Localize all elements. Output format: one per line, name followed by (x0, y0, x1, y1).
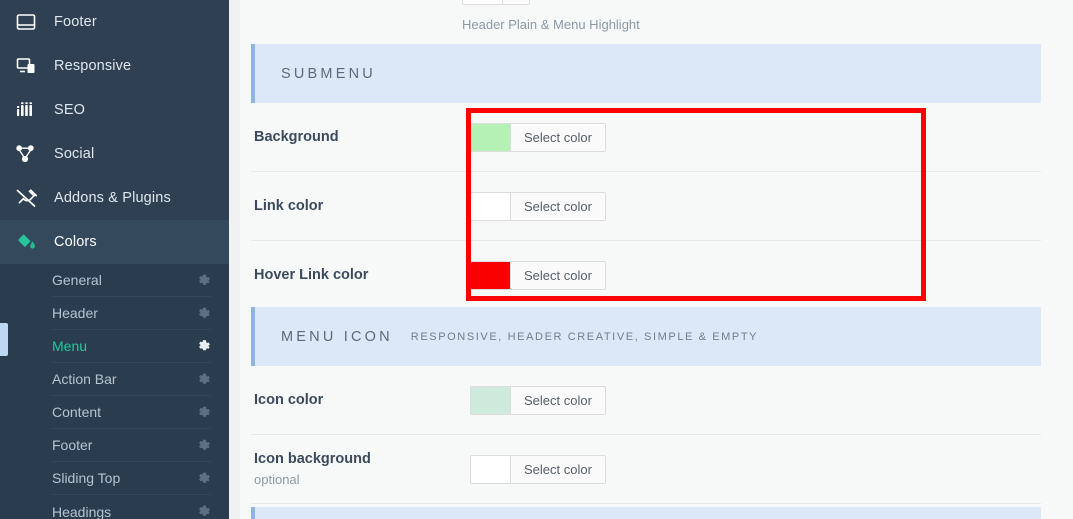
top-partial-caption: Header Plain & Menu Highlight (462, 17, 640, 32)
gear-icon[interactable] (198, 406, 211, 419)
gear-icon[interactable] (198, 472, 211, 485)
main-content: Header Plain & Menu Highlight SUBMENU Ba… (229, 0, 1073, 519)
field-row-background: Background Select color (251, 103, 1041, 172)
field-label: Background (254, 129, 339, 145)
section-subtitle: RESPONSIVE, HEADER CREATIVE, SIMPLE & EM… (410, 330, 759, 343)
footer-icon (16, 11, 46, 33)
sidebar-subitem-content[interactable]: Content (52, 396, 211, 429)
sidebar-item-label: SEO (54, 102, 86, 118)
color-picker-hover-link-color[interactable]: Select color (470, 260, 606, 290)
color-picker-background[interactable]: Select color (470, 122, 606, 152)
sidebar-item-addons-plugins[interactable]: Addons & Plugins (0, 176, 229, 220)
social-icon (16, 143, 46, 165)
field-label: Icon color (254, 392, 324, 408)
sidebar-item-label: Colors (54, 234, 97, 250)
section-header (251, 507, 1041, 519)
field-label-wrap: Icon background optional (251, 451, 470, 487)
plugin-icon (16, 187, 46, 209)
sidebar-subitem-label: Sliding Top (52, 470, 121, 486)
color-swatch[interactable] (471, 192, 511, 220)
responsive-icon (16, 55, 46, 77)
sidebar: Footer Responsive SEO Social Addons & Pl… (0, 0, 229, 519)
section-submenu: SUBMENU Background Select color Link col… (240, 44, 1073, 310)
sidebar-item-colors[interactable]: Colors (0, 220, 229, 264)
field-label-wrap: Icon color (251, 392, 470, 408)
sidebar-item-label: Addons & Plugins (54, 190, 171, 206)
gear-icon[interactable] (198, 373, 211, 386)
gear-icon[interactable] (198, 307, 211, 320)
app-window: Footer Responsive SEO Social Addons & Pl… (0, 0, 1073, 519)
field-row-icon-background: Icon background optional Select color (251, 435, 1041, 504)
colors-icon (16, 231, 46, 253)
select-color-button[interactable]: Select color (511, 123, 605, 151)
sidebar-subitem-action-bar[interactable]: Action Bar (52, 363, 211, 396)
sidebar-item-label: Social (54, 146, 95, 162)
sidebar-subitem-sliding-top[interactable]: Sliding Top (52, 462, 211, 495)
top-partial-color-picker[interactable] (462, 0, 530, 5)
gear-icon[interactable] (198, 340, 211, 353)
sidebar-item-label: Footer (54, 14, 97, 30)
gear-icon[interactable] (198, 439, 211, 452)
color-swatch[interactable] (471, 261, 511, 289)
sidebar-item-responsive[interactable]: Responsive (0, 44, 229, 88)
sidebar-item-social[interactable]: Social (0, 132, 229, 176)
field-note: optional (254, 472, 300, 487)
sidebar-item-seo[interactable]: SEO (0, 88, 229, 132)
select-color-button[interactable]: Select color (511, 386, 605, 414)
sidebar-subitem-label: Menu (52, 338, 88, 354)
sidebar-subitem-label: General (52, 272, 102, 288)
color-picker-icon-color[interactable]: Select color (470, 385, 606, 415)
sidebar-nav: Footer Responsive SEO Social Addons & Pl… (0, 0, 229, 264)
color-swatch[interactable] (463, 0, 503, 4)
field-label: Icon background (254, 451, 371, 467)
field-label-wrap: Hover Link color (251, 267, 470, 283)
color-swatch[interactable] (471, 386, 511, 414)
section-title: SUBMENU (281, 65, 376, 82)
sidebar-subitem-label: Header (52, 305, 98, 321)
sidebar-item-label: Responsive (54, 58, 132, 74)
field-label-wrap: Background (251, 129, 470, 145)
field-label-wrap: Link color (251, 198, 470, 214)
seo-icon (16, 99, 46, 121)
sidebar-subitem-label: Headings (52, 503, 112, 519)
sidebar-subitem-footer[interactable]: Footer (52, 429, 211, 462)
field-row-link-color: Link color Select color (251, 172, 1041, 241)
section-menu-icon: MENU ICON RESPONSIVE, HEADER CREATIVE, S… (240, 307, 1073, 504)
field-row-icon-color: Icon color Select color (251, 366, 1041, 435)
select-color-button[interactable] (503, 0, 529, 4)
section-title: MENU ICON (281, 328, 393, 345)
sidebar-subitem-label: Footer (52, 437, 93, 453)
color-picker-icon-background[interactable]: Select color (470, 454, 606, 484)
sidebar-subitem-header[interactable]: Header (52, 297, 211, 330)
sidebar-subitem-label: Action Bar (52, 371, 117, 387)
sidebar-subitem-general[interactable]: General (52, 264, 211, 297)
field-label: Link color (254, 198, 324, 214)
section-header: SUBMENU (251, 44, 1041, 103)
active-submenu-indicator (0, 323, 8, 356)
sidebar-submenu: General Header Menu Action Bar Content F… (0, 264, 229, 519)
settings-panel: Header Plain & Menu Highlight SUBMENU Ba… (240, 0, 1073, 519)
select-color-button[interactable]: Select color (511, 261, 605, 289)
sidebar-subitem-label: Content (52, 404, 102, 420)
select-color-button[interactable]: Select color (511, 455, 605, 483)
color-swatch[interactable] (471, 455, 511, 483)
field-row-hover-link-color: Hover Link color Select color (251, 241, 1041, 310)
color-swatch[interactable] (471, 123, 511, 151)
select-color-button[interactable]: Select color (511, 192, 605, 220)
field-label: Hover Link color (254, 267, 369, 283)
color-picker-link-color[interactable]: Select color (470, 191, 606, 221)
gear-icon[interactable] (198, 505, 211, 518)
gear-icon[interactable] (198, 274, 211, 287)
sidebar-subitem-menu[interactable]: Menu (52, 330, 211, 363)
section-header: MENU ICON RESPONSIVE, HEADER CREATIVE, S… (251, 307, 1041, 366)
sidebar-subitem-headings[interactable]: Headings (52, 495, 211, 519)
sidebar-item-footer[interactable]: Footer (0, 0, 229, 44)
section-next-partial (240, 507, 1073, 519)
